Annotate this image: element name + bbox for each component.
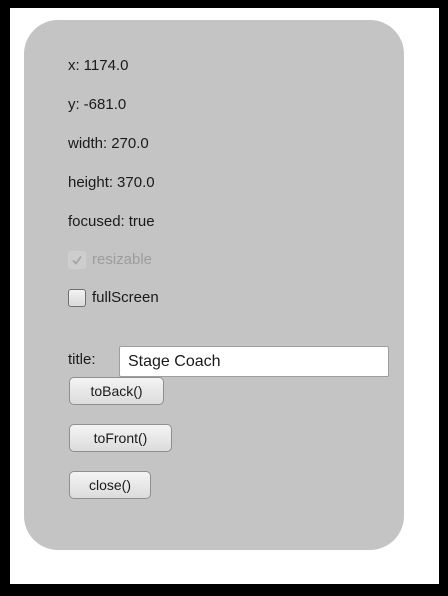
x-label: x: (68, 57, 80, 74)
x-readout: x: 1174.0 (68, 57, 128, 75)
close-button[interactable]: close() (69, 471, 151, 499)
checkmark-icon (72, 256, 82, 265)
resizable-label: resizable (92, 251, 153, 268)
y-label: y: (68, 96, 80, 113)
fullscreen-checkbox-row[interactable]: fullScreen (68, 287, 159, 309)
title-input[interactable] (119, 346, 389, 377)
y-value: -681.0 (83, 96, 127, 113)
y-readout: y: -681.0 (68, 96, 126, 114)
fullscreen-checkbox[interactable] (68, 289, 86, 307)
to-back-button[interactable]: toBack() (69, 377, 164, 405)
focused-label: focused: (68, 213, 125, 230)
title-label: title: (68, 351, 96, 368)
focused-readout: focused: true (68, 213, 155, 231)
width-readout: width: 270.0 (68, 135, 149, 153)
fullscreen-label: fullScreen (92, 289, 159, 306)
height-value: 370.0 (117, 174, 155, 191)
resizable-checkbox-row[interactable]: resizable (68, 249, 152, 271)
width-label: width: (68, 135, 108, 152)
to-front-button[interactable]: toFront() (69, 424, 172, 452)
width-value: 270.0 (111, 135, 149, 152)
height-label: height: (68, 174, 114, 191)
resizable-checkbox[interactable] (68, 251, 86, 269)
stage-panel: x: 1174.0 y: -681.0 width: 270.0 height: 370… (24, 20, 404, 550)
x-value: 1174.0 (83, 57, 129, 74)
height-readout: height: 370.0 (68, 174, 155, 192)
focused-value: true (128, 213, 155, 230)
